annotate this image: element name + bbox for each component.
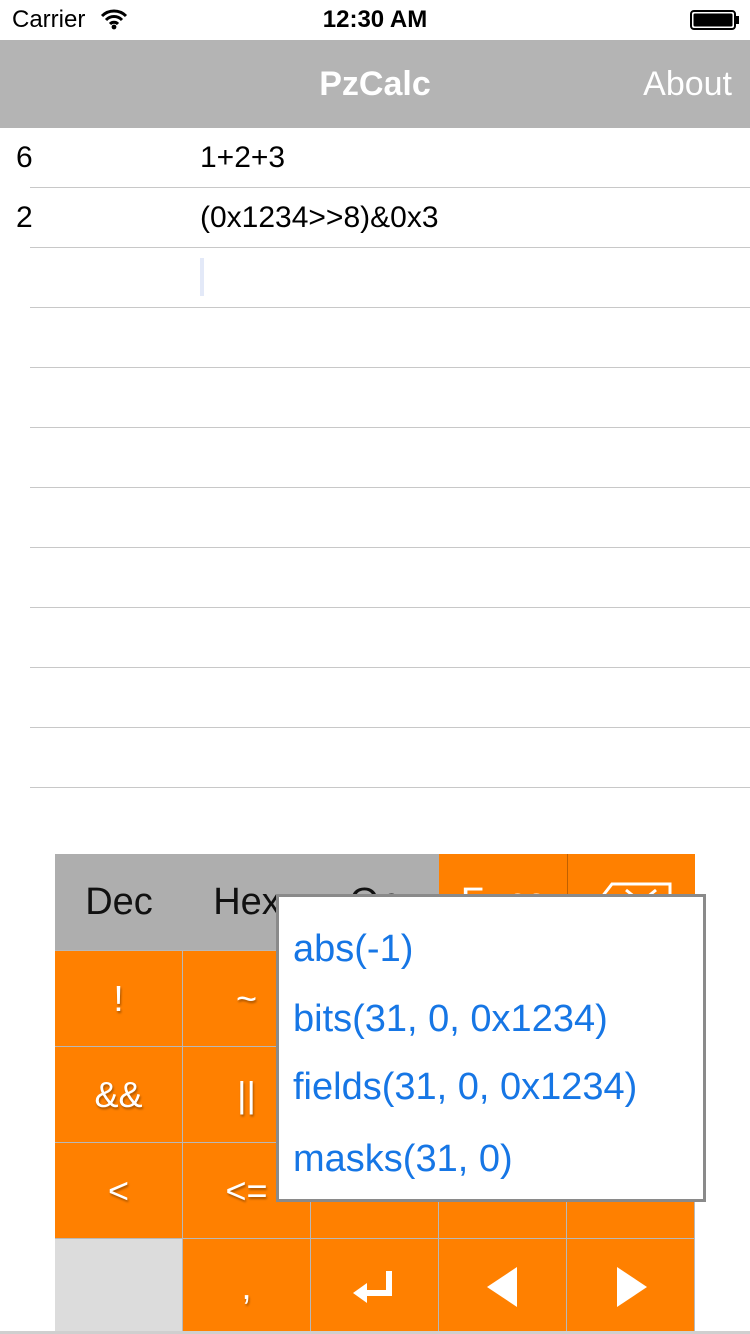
- function-item-bits[interactable]: bits(31, 0, 0x1234): [293, 997, 608, 1041]
- empty-row[interactable]: [0, 668, 750, 728]
- empty-row[interactable]: [0, 428, 750, 488]
- battery-icon: [690, 10, 739, 30]
- page-title: PzCalc: [319, 65, 431, 103]
- empty-row[interactable]: [0, 308, 750, 368]
- row-result: 6: [16, 141, 33, 174]
- expression-row[interactable]: 6 1+2+3: [0, 128, 750, 188]
- row-expression[interactable]: (0x1234>>8)&0x3: [200, 202, 439, 234]
- key-comma[interactable]: ,: [183, 1239, 310, 1334]
- key-blank: [55, 1239, 182, 1334]
- row-result: 2: [16, 201, 33, 234]
- text-caret: [200, 258, 204, 296]
- empty-row[interactable]: [0, 368, 750, 428]
- empty-row[interactable]: [0, 608, 750, 668]
- expression-row[interactable]: 2 (0x1234>>8)&0x3: [0, 188, 750, 248]
- cursor-right-button[interactable]: [567, 1239, 694, 1334]
- function-popup: abs(-1) bits(31, 0, 0x1234) fields(31, 0…: [276, 894, 706, 1202]
- nav-bar: PzCalc About: [0, 40, 750, 128]
- key-not[interactable]: !: [55, 951, 182, 1046]
- empty-row[interactable]: [0, 488, 750, 548]
- about-button[interactable]: About: [643, 66, 732, 102]
- tab-dec[interactable]: Dec: [55, 854, 183, 950]
- left-arrow-icon: [487, 1267, 517, 1307]
- function-item-fields[interactable]: fields(31, 0, 0x1234): [293, 1065, 637, 1109]
- status-time: 12:30 AM: [322, 6, 428, 33]
- function-item-masks[interactable]: masks(31, 0): [293, 1137, 513, 1181]
- return-button[interactable]: [311, 1239, 438, 1334]
- cursor-left-button[interactable]: [439, 1239, 566, 1334]
- right-arrow-icon: [617, 1267, 647, 1307]
- empty-row[interactable]: [0, 728, 750, 788]
- expression-list: 6 1+2+3 2 (0x1234>>8)&0x3: [0, 128, 750, 788]
- status-bar: Carrier 12:30 AM: [0, 0, 750, 40]
- row-expression[interactable]: 1+2+3: [200, 142, 285, 174]
- empty-row[interactable]: [0, 548, 750, 608]
- function-item-abs[interactable]: abs(-1): [293, 927, 413, 971]
- key-logical-and[interactable]: &&: [55, 1047, 182, 1142]
- expression-input-row[interactable]: [0, 248, 750, 308]
- return-icon: [353, 1271, 392, 1303]
- key-less-than[interactable]: <: [55, 1143, 182, 1238]
